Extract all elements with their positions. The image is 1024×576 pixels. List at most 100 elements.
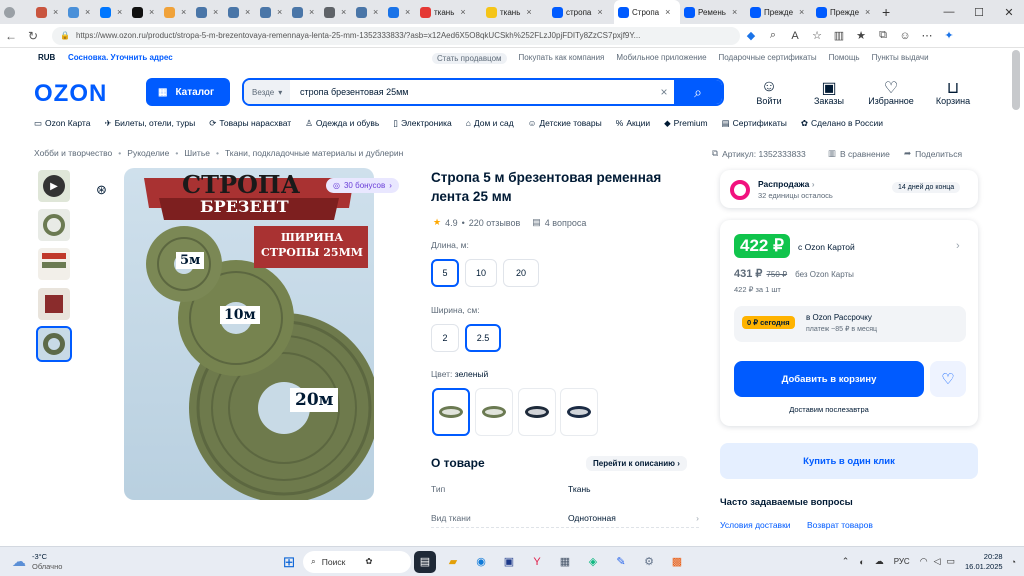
browser-tab[interactable]: × <box>256 0 288 24</box>
notifications-icon[interactable]: ◔ <box>1011 557 1016 567</box>
chevron-right-icon[interactable]: › <box>956 240 960 252</box>
browser-tab[interactable]: × <box>192 0 224 24</box>
tab-close-icon[interactable]: × <box>732 7 737 17</box>
browser-tab[interactable]: ткань × <box>482 0 548 24</box>
menu-item[interactable]: ☺ Детские товары <box>528 118 602 132</box>
tab-close-icon[interactable]: × <box>117 7 122 17</box>
store-icon[interactable]: ▣ <box>498 551 520 573</box>
header-login-button[interactable]: ☺ Войти <box>744 78 794 106</box>
search-scope-dropdown[interactable]: Везде ▾ <box>244 80 290 104</box>
favorites-icon[interactable]: ★ <box>850 29 872 42</box>
split-screen-icon[interactable]: ▥ <box>828 29 850 42</box>
browser-tab[interactable]: Прежде × <box>746 0 812 24</box>
tab-close-icon[interactable]: × <box>181 7 186 17</box>
menu-item[interactable]: ⌂ Дом и сад <box>466 118 514 132</box>
width-option[interactable]: 2.5 <box>465 324 501 352</box>
menu-item[interactable]: ✿ Сделано в России <box>801 118 883 132</box>
profile-tab[interactable] <box>0 0 32 24</box>
compare-button[interactable]: ▥ В сравнение <box>828 148 890 159</box>
browser-tab[interactable]: × <box>128 0 160 24</box>
favorite-heart-icon[interactable]: ♡ <box>930 361 966 397</box>
edge-icon[interactable]: ◉ <box>470 551 492 573</box>
browser-tab[interactable]: Ремень × <box>680 0 746 24</box>
tab-close-icon[interactable]: × <box>526 7 531 17</box>
menu-item[interactable]: ▭ Ozon Карта <box>34 118 90 132</box>
breadcrumb-link[interactable]: Хобби и творчество <box>34 148 112 158</box>
close-window-icon[interactable]: ✕ <box>994 6 1024 19</box>
breadcrumb-link[interactable]: Ткани, подкладочные материалы и дублерин <box>225 148 403 158</box>
rating-summary[interactable]: ★ 4.9 • 220 отзывов ▤ 4 вопроса <box>433 217 586 228</box>
width-option[interactable]: 2 <box>431 324 459 352</box>
ozon-logo[interactable]: OZON <box>34 80 107 108</box>
visual-search-icon[interactable]: ⊛ <box>96 182 114 200</box>
installment-box[interactable]: 0 ₽ сегодня в Ozon Рассрочку платеж ~85 … <box>734 306 966 342</box>
browser-tab[interactable]: × <box>384 0 416 24</box>
browser-tab[interactable]: × <box>32 0 64 24</box>
faq-link[interactable]: Условия доставки <box>720 520 791 530</box>
favorite-star-icon[interactable]: ☆ <box>806 29 828 42</box>
browser-tab[interactable]: × <box>224 0 256 24</box>
volume-icon[interactable]: ◁ <box>934 556 941 567</box>
reload-icon[interactable]: ↻ <box>22 29 44 43</box>
header-orders-button[interactable]: ▣ Заказы <box>804 78 854 106</box>
faq-link[interactable]: Возврат товаров <box>807 520 873 530</box>
tab-close-icon[interactable]: × <box>53 7 58 17</box>
browser-tab[interactable]: стропа × <box>548 0 614 24</box>
weather-widget[interactable]: ☁ -3°C Облачно <box>12 552 102 572</box>
browser-tab[interactable]: Стропа × <box>614 0 680 24</box>
sale-banner[interactable]: Распродажа › 32 единицы осталось 14 дней… <box>720 170 978 208</box>
about-link-button[interactable]: Перейти к описанию › <box>586 456 687 471</box>
tab-close-icon[interactable]: × <box>460 7 465 17</box>
length-option[interactable]: 10 <box>465 259 497 287</box>
tab-close-icon[interactable]: × <box>799 7 804 17</box>
tray-icon[interactable]: ◐ <box>859 557 864 567</box>
browser-tab[interactable]: × <box>288 0 320 24</box>
gallery-thumb[interactable] <box>38 209 70 241</box>
browser-tab[interactable]: Прежде × <box>812 0 878 24</box>
new-tab-button[interactable]: + <box>878 0 902 24</box>
file-explorer-icon[interactable]: ▰ <box>442 551 464 573</box>
buy-one-click-button[interactable]: Купить в один клик <box>720 443 978 479</box>
length-option[interactable]: 5 <box>431 259 459 287</box>
product-main-image[interactable]: СТРОПА БРЕЗЕНТ ШИРИНА СТРОПЫ 25ММ 5м 10м… <box>124 168 374 500</box>
wifi-icon[interactable]: ◠ <box>920 556 928 567</box>
read-aloud-icon[interactable]: A <box>784 30 806 42</box>
calculator-icon[interactable]: ▦ <box>554 551 576 573</box>
top-link[interactable]: Покупать как компания <box>519 53 605 64</box>
search-input[interactable] <box>290 87 654 97</box>
tab-close-icon[interactable]: × <box>405 7 410 17</box>
location-link[interactable]: Сосновка. Уточнить адрес <box>68 53 173 62</box>
tab-close-icon[interactable]: × <box>865 7 870 17</box>
tray-icon[interactable]: ☁ <box>875 556 884 567</box>
breadcrumb-link[interactable]: Шитье <box>184 148 210 158</box>
battery-icon[interactable]: ▭ <box>947 556 956 567</box>
top-link[interactable]: Пункты выдачи <box>872 53 929 64</box>
top-link[interactable]: Подарочные сертификаты <box>719 53 817 64</box>
taskbar-search[interactable]: ⌕ Поиск ✿ <box>303 550 411 573</box>
bonus-badge[interactable]: ◎ 30 бонусов › <box>326 178 399 193</box>
search-button[interactable]: ⌕ <box>674 80 722 104</box>
header-cart-button[interactable]: ⊔ Корзина <box>928 78 978 106</box>
tray-chevron-icon[interactable]: ⌃ <box>842 556 850 567</box>
browser-tab[interactable]: × <box>160 0 192 24</box>
extension-icon[interactable]: ◆ <box>740 29 762 42</box>
browser-tab[interactable]: ткань × <box>416 0 482 24</box>
tab-close-icon[interactable]: × <box>341 7 346 17</box>
clock[interactable]: 20:28 16.01.2025 <box>965 552 1003 572</box>
language-indicator[interactable]: РУС <box>894 557 910 566</box>
profile-icon[interactable]: ☺ <box>894 30 916 42</box>
share-button[interactable]: ➦ Поделиться <box>904 148 962 159</box>
browser-tab[interactable]: × <box>352 0 384 24</box>
zoom-icon[interactable]: ⌕ <box>762 29 784 42</box>
browser-tab[interactable]: × <box>64 0 96 24</box>
menu-item[interactable]: ◆ Premium <box>664 118 708 132</box>
color-swatch[interactable] <box>432 388 470 436</box>
maximize-icon[interactable]: ☐ <box>964 6 994 19</box>
tab-close-icon[interactable]: × <box>373 7 378 17</box>
currency-selector[interactable]: RUB <box>38 53 55 62</box>
menu-item[interactable]: ♙ Одежда и обувь <box>305 118 379 132</box>
menu-item[interactable]: ▯ Электроника <box>393 118 451 132</box>
breadcrumb-link[interactable]: Рукоделие <box>127 148 169 158</box>
menu-item[interactable]: ⟳ Товары нарасхват <box>209 118 291 132</box>
pen-app-icon[interactable]: ✎ <box>610 551 632 573</box>
